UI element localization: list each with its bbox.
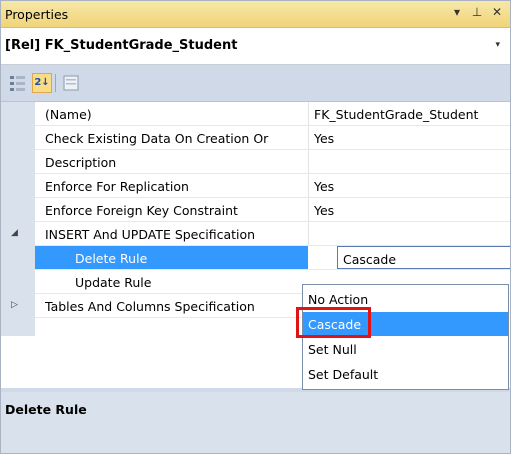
property-label: Check Existing Data On Creation Or [45, 131, 269, 146]
property-label: Description [45, 155, 117, 170]
property-row-insert-update-spec[interactable]: INSERT And UPDATE Specification [35, 222, 510, 246]
property-value-text: Yes [314, 179, 335, 194]
toolbar-separator [55, 74, 56, 92]
property-label: Enforce For Replication [45, 179, 189, 194]
expand-icon[interactable]: ▷ [11, 300, 18, 310]
window-title: Properties [5, 7, 69, 22]
annotation-highlight-box [296, 307, 371, 338]
title-bar: Properties ▾ ⊥ ✕ [1, 1, 510, 28]
property-value[interactable]: Yes [308, 174, 510, 197]
help-title: Delete Rule [5, 402, 87, 417]
property-row-check-existing[interactable]: Check Existing Data On Creation Or Yes [35, 126, 510, 150]
close-icon[interactable]: ✕ [490, 5, 504, 19]
property-row-description[interactable]: Description [35, 150, 510, 174]
categorized-icon[interactable] [8, 73, 28, 93]
property-value-text: Yes [314, 131, 335, 146]
chevron-down-icon[interactable]: ▾ [495, 40, 500, 50]
object-selector[interactable]: [Rel] FK_StudentGrade_Student ▾ [1, 28, 510, 65]
dropdown-option-label: No Action [308, 292, 369, 307]
property-value[interactable] [308, 222, 510, 245]
window-position-dropdown-icon[interactable]: ▾ [450, 5, 464, 19]
property-label: Update Rule [75, 275, 152, 290]
help-description-pane: Delete Rule [1, 392, 510, 453]
property-row-enforce-fk[interactable]: Enforce Foreign Key Constraint Yes [35, 198, 510, 222]
auto-hide-pin-icon[interactable]: ⊥ [470, 5, 484, 19]
property-label: Delete Rule [75, 251, 148, 266]
property-label: (Name) [45, 107, 92, 122]
dropdown-option-label: Set Null [308, 342, 357, 357]
property-value[interactable]: FK_StudentGrade_Student [308, 102, 510, 125]
property-row-enforce-replication[interactable]: Enforce For Replication Yes [35, 174, 510, 198]
sort-alphabetical-icon[interactable]: 2↓ [32, 73, 52, 93]
property-label: Tables And Columns Specification [45, 299, 255, 314]
property-grid-margin [1, 102, 35, 336]
combobox-value: Cascade [343, 252, 397, 267]
property-value[interactable] [308, 150, 510, 173]
dropdown-arrow-icon[interactable]: ▼ [510, 250, 511, 267]
properties-toolbar: 2↓ [1, 65, 510, 102]
property-label: Enforce Foreign Key Constraint [45, 203, 238, 218]
property-value[interactable]: Yes [308, 198, 510, 221]
dropdown-option[interactable]: Set Default [303, 362, 508, 386]
property-value-text: Yes [314, 203, 335, 218]
object-selector-value: [Rel] FK_StudentGrade_Student [5, 38, 238, 53]
property-row-delete-rule[interactable]: Delete Rule Cascade ▼ [35, 246, 510, 270]
dropdown-option[interactable]: Set Null [303, 337, 508, 361]
dropdown-option-label: Set Default [308, 367, 379, 382]
window-controls: ▾ ⊥ ✕ [450, 5, 504, 19]
property-label: INSERT And UPDATE Specification [45, 227, 256, 242]
property-value[interactable]: Yes [308, 126, 510, 149]
expand-collapse-icon[interactable]: ◢ [11, 228, 18, 238]
property-value-text: FK_StudentGrade_Student [314, 107, 479, 122]
property-pages-icon[interactable] [61, 73, 81, 93]
property-row-name[interactable]: (Name) FK_StudentGrade_Student [35, 102, 510, 126]
delete-rule-combobox[interactable]: Cascade ▼ [337, 246, 511, 269]
